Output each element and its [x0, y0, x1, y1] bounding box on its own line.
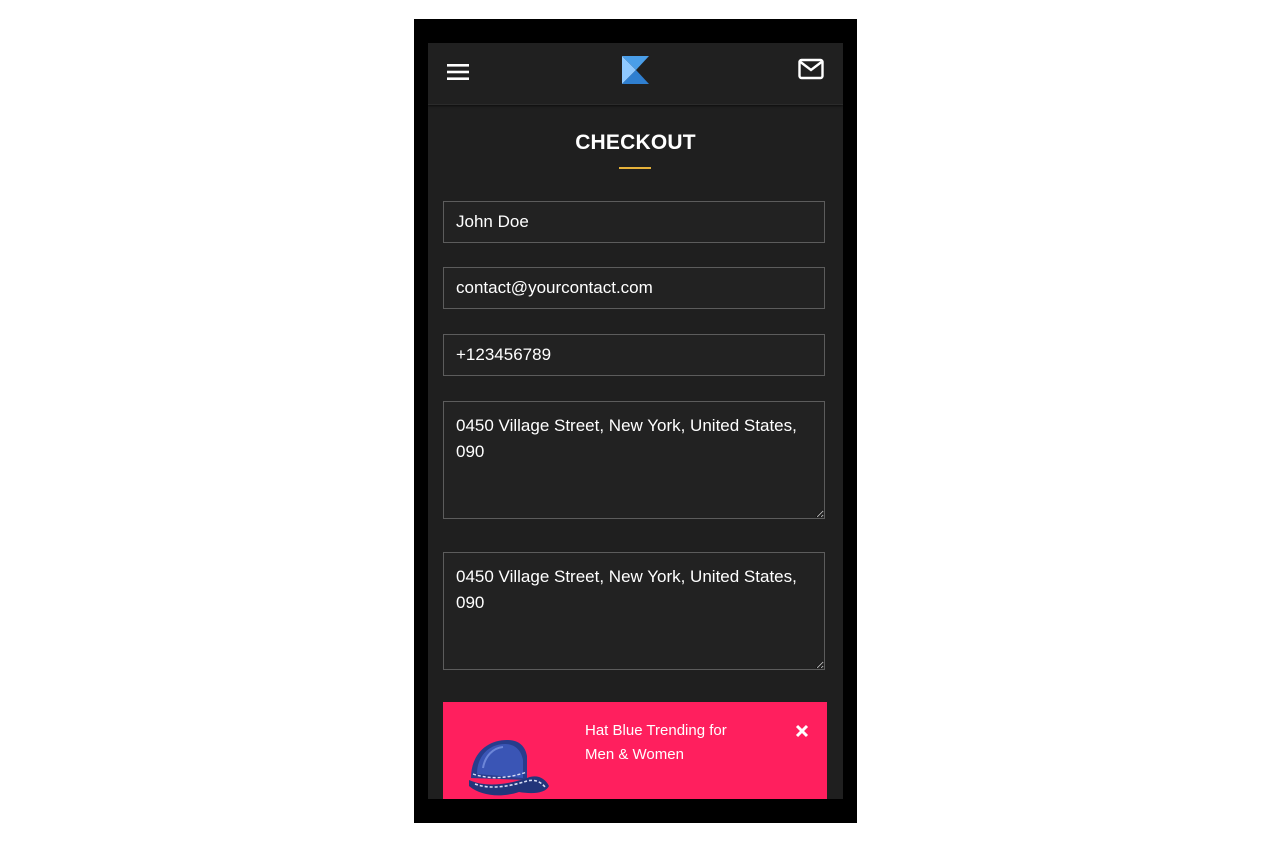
page-title: CHECKOUT	[575, 131, 696, 154]
mail-envelope-icon[interactable]	[798, 58, 824, 80]
hamburger-menu-icon[interactable]	[446, 60, 470, 84]
address-textarea-1[interactable]: 0450 Village Street, New York, United St…	[443, 401, 825, 519]
app-screen: CHECKOUT 0450 Village Street, New York, …	[428, 43, 843, 799]
close-icon[interactable]	[795, 724, 809, 738]
top-navigation-bar	[428, 43, 843, 105]
phone-frame: CHECKOUT 0450 Village Street, New York, …	[414, 19, 857, 823]
promo-text: Hat Blue Trending for Men & Women	[585, 722, 727, 763]
k-logo-icon[interactable]	[620, 54, 650, 86]
phone-input[interactable]	[443, 334, 825, 376]
address-textarea-2[interactable]: 0450 Village Street, New York, United St…	[443, 552, 825, 670]
name-input[interactable]	[443, 201, 825, 243]
blue-cap-icon	[469, 740, 549, 796]
promo-banner[interactable]: Hat Blue Trending for Men & Women	[443, 702, 827, 799]
title-underline-accent	[619, 167, 651, 169]
email-input[interactable]	[443, 267, 825, 309]
